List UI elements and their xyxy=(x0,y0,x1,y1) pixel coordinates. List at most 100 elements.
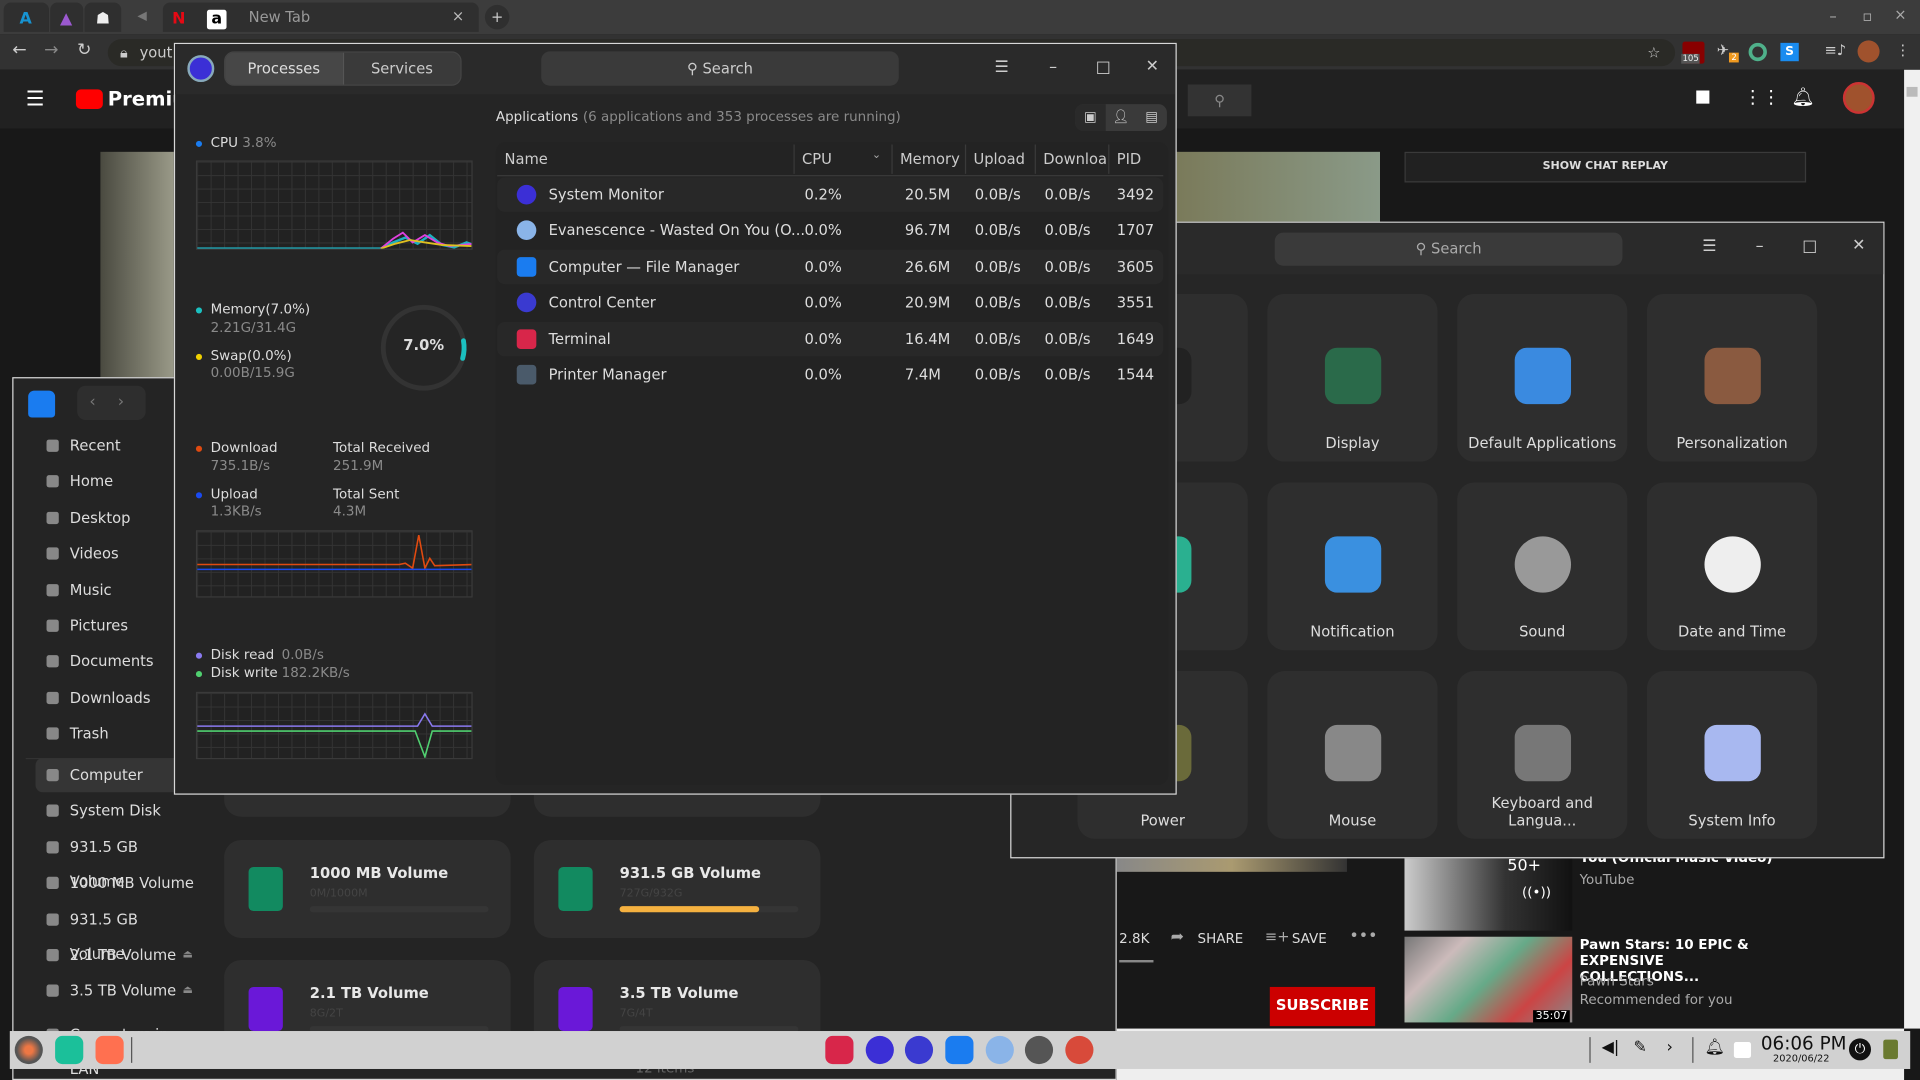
tab-new-tab[interactable]: N a New Tab × xyxy=(162,2,479,32)
media-controls-icon[interactable]: ≡♪ xyxy=(1824,42,1846,59)
pinned-tab[interactable]: A xyxy=(3,2,49,32)
settings-tile[interactable]: Mouse xyxy=(1267,671,1438,839)
table-row[interactable]: Computer — File Manager 0.0% 26.6M 0.0B/s 0.… xyxy=(497,249,1164,284)
column-header-name[interactable]: Name xyxy=(497,144,793,173)
eject-icon[interactable]: ⏏ xyxy=(182,974,192,1008)
pinned-tab[interactable]: ☗ xyxy=(84,2,122,32)
volume-icon[interactable]: ◀| xyxy=(1602,1038,1620,1056)
table-row[interactable]: Evanescence - Wasted On You (O... 0.0% 96.… xyxy=(497,214,1163,248)
reload-button[interactable]: ↻ xyxy=(77,40,91,60)
back-nav-button[interactable]: ‹ xyxy=(89,393,95,411)
show-chat-replay-button[interactable]: SHOW CHAT REPLAY xyxy=(1404,151,1807,183)
pinned-tab[interactable]: ▲ xyxy=(50,2,84,32)
youtube-avatar[interactable] xyxy=(1842,82,1875,114)
settings-tile[interactable]: Display xyxy=(1267,293,1438,462)
share-button[interactable]: SHARE xyxy=(1198,931,1244,947)
maximize-button[interactable]: □ xyxy=(1798,238,1822,256)
column-header-downloa[interactable]: Downloa xyxy=(1034,144,1108,174)
sidebar-item-videos[interactable]: Videos xyxy=(36,537,195,571)
power-icon[interactable]: ⏻ xyxy=(1848,1038,1872,1061)
menu-button[interactable]: ☰ xyxy=(1697,238,1721,256)
all-processes-icon[interactable]: ▤ xyxy=(1136,104,1167,131)
sidebar-item-pictures[interactable]: Pictures xyxy=(36,609,195,643)
close-tab-icon[interactable]: × xyxy=(452,7,464,24)
minimize-button[interactable]: – xyxy=(1041,59,1065,77)
close-button[interactable]: ✕ xyxy=(1140,58,1164,76)
process-search[interactable]: ⚲ Search xyxy=(541,51,899,86)
sidebar-device-item[interactable]: 931.5 GB Volume xyxy=(36,902,195,962)
share-icon[interactable]: ➦ xyxy=(1171,928,1184,946)
profile-avatar[interactable] xyxy=(1857,40,1880,63)
control-center-dock-icon[interactable] xyxy=(904,1035,934,1065)
tab-services[interactable]: Services xyxy=(342,52,460,85)
new-tab-button[interactable]: + xyxy=(484,4,510,30)
video-player[interactable] xyxy=(100,151,174,385)
forward-nav-button[interactable]: › xyxy=(118,393,124,411)
typora-dock-icon[interactable] xyxy=(1065,1035,1094,1065)
sidebar-item-home[interactable]: Home xyxy=(36,465,195,499)
table-row[interactable]: System Monitor 0.2% 20.5M 0.0B/s 0.0B/s 3492 xyxy=(497,177,1164,212)
minimize-button[interactable]: – xyxy=(1747,238,1771,256)
more-actions-icon[interactable]: ••• xyxy=(1349,927,1377,945)
terminal-dock-icon[interactable] xyxy=(825,1035,854,1065)
clock-time[interactable]: 06:06 PM xyxy=(1761,1032,1847,1054)
menu-button[interactable]: ☰ xyxy=(989,59,1013,77)
recommended-thumbnail[interactable]: 35:07 xyxy=(1404,936,1573,1023)
notifications-bell-icon[interactable]: 🔔︎ xyxy=(1791,86,1814,108)
recommended-thumbnail[interactable]: 50+ ((•)) xyxy=(1404,857,1573,931)
sidebar-item-downloads[interactable]: Downloads xyxy=(36,681,195,715)
column-header-pid[interactable]: PID xyxy=(1108,144,1163,174)
table-row[interactable]: Printer Manager 0.0% 7.4M 0.0B/s 0.0B/s 1544 xyxy=(497,358,1163,392)
settings-tile[interactable]: Notification xyxy=(1267,482,1438,651)
sidebar-item-music[interactable]: Music xyxy=(36,573,195,607)
audio-icon[interactable]: ◀ xyxy=(132,7,152,27)
eject-icon[interactable]: ⏏ xyxy=(182,938,192,972)
sync-extension-icon[interactable] xyxy=(1748,42,1767,62)
chromium-dock-icon[interactable] xyxy=(985,1035,1014,1065)
settings-tile[interactable]: Personalization xyxy=(1646,293,1818,462)
settings-tile[interactable]: Keyboard and Langua... xyxy=(1457,671,1628,839)
column-header-upload[interactable]: Upload xyxy=(964,144,1035,174)
sidebar-device-item[interactable]: 3.5 TB Volume ⏏ xyxy=(36,974,195,1008)
sidebar-device-item[interactable]: Computer xyxy=(35,757,195,793)
multitasking-icon[interactable] xyxy=(55,1035,84,1065)
sidebar-device-item[interactable]: 931.5 GB Volume xyxy=(36,830,195,890)
page-scrollbar[interactable] xyxy=(1904,69,1920,1029)
like-count[interactable]: 2.8K xyxy=(1119,931,1149,947)
settings-tile[interactable]: Date and Time xyxy=(1646,482,1818,651)
subscribe-button[interactable]: SUBSCRIBE xyxy=(1269,986,1376,1027)
bookmark-star-icon[interactable]: ☆ xyxy=(1647,39,1660,66)
youtube-logo-icon[interactable] xyxy=(75,89,103,109)
column-header-memory[interactable]: Memory xyxy=(891,144,964,174)
clock-date[interactable]: 2020/06/22 xyxy=(1773,1053,1829,1064)
sidebar-device-item[interactable]: System Disk xyxy=(36,794,195,828)
maximize-button[interactable]: □ xyxy=(1091,59,1115,77)
sidebar-item-documents[interactable]: Documents xyxy=(36,645,195,679)
sort-chevron-down-icon[interactable]: ⌄ xyxy=(872,149,881,161)
sidebar-item-trash[interactable]: Trash xyxy=(36,717,195,751)
ublock-extension-icon[interactable]: 105 xyxy=(1681,41,1705,64)
volume-card[interactable]: 1000 MB Volume 0M/1000M xyxy=(224,840,511,938)
forward-button[interactable]: → xyxy=(44,40,58,60)
file-manager-dock-icon[interactable] xyxy=(945,1035,974,1065)
apps-grid-icon[interactable]: ⋮⋮ xyxy=(1744,86,1781,108)
expand-tray-icon[interactable]: › xyxy=(1667,1038,1673,1056)
volume-card[interactable]: 931.5 GB Volume 727G/932G xyxy=(533,840,821,938)
user-filter-icon[interactable]: 👤︎ xyxy=(1106,104,1137,131)
settings-tile[interactable]: System Info xyxy=(1646,671,1818,839)
app-filter-icon[interactable]: ▣ xyxy=(1075,104,1106,132)
extension-icon[interactable]: ✈ 2 xyxy=(1717,42,1740,64)
trash-icon[interactable] xyxy=(1883,1039,1898,1060)
table-row[interactable]: Control Center 0.0% 20.9M 0.0B/s 0.0B/s 3551 xyxy=(497,286,1163,320)
sidebar-item-desktop[interactable]: Desktop xyxy=(36,501,195,535)
system-monitor-dock-icon[interactable] xyxy=(865,1035,894,1065)
youtube-search-button[interactable]: ⚲ xyxy=(1187,84,1252,117)
save-button[interactable]: SAVE xyxy=(1292,931,1327,947)
close-button[interactable]: × xyxy=(1894,6,1906,23)
settings-tile[interactable]: Sound xyxy=(1457,482,1628,651)
steam-dock-icon[interactable] xyxy=(1024,1035,1054,1065)
close-button[interactable]: ✕ xyxy=(1847,236,1871,254)
control-center-search[interactable]: ⚲ Search xyxy=(1274,232,1623,266)
hamburger-menu-icon[interactable]: ☰ xyxy=(26,87,45,111)
keyboard-layout-icon[interactable] xyxy=(1733,1042,1752,1058)
